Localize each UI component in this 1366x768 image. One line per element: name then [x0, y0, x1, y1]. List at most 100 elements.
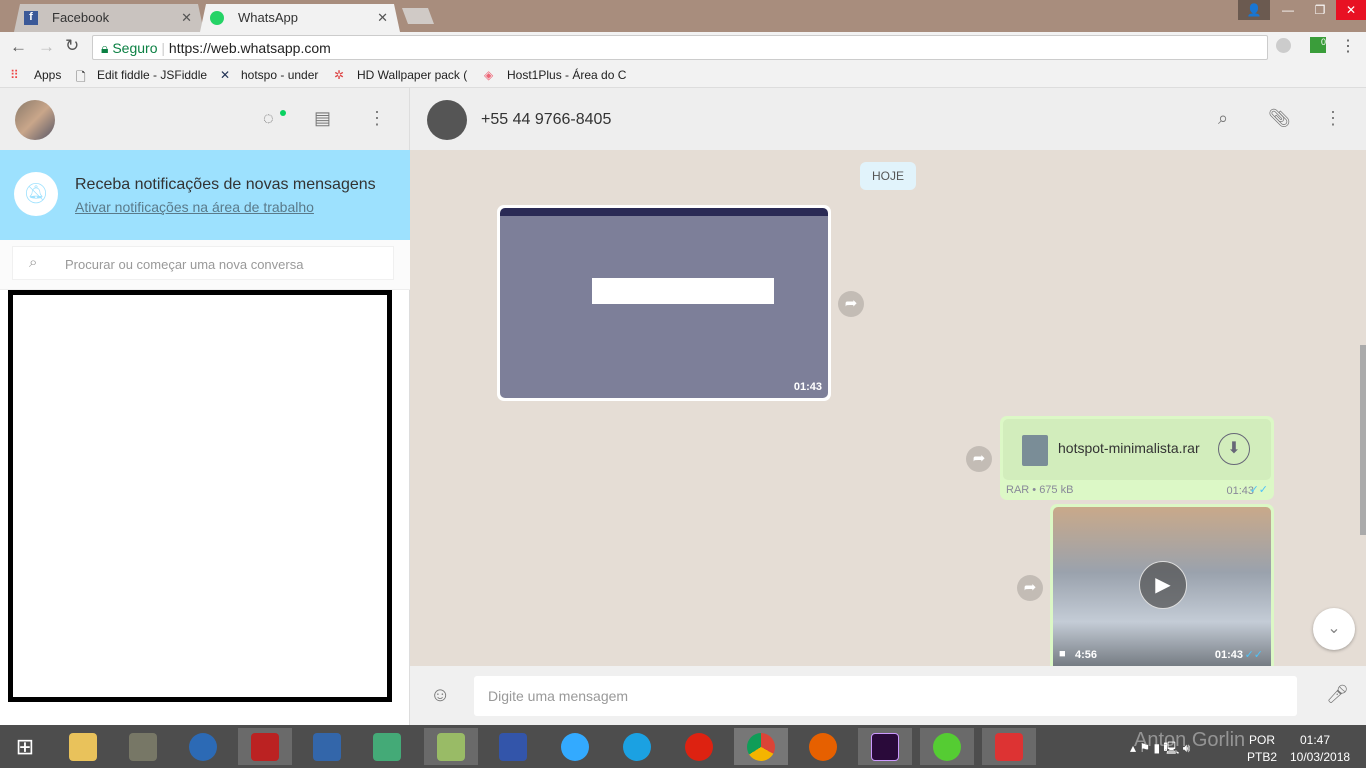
- conversation-panel: +55 44 9766-8405 ⌕ 📎︎ ⋮ HOJE 01:43 ➦ hot…: [410, 88, 1366, 725]
- bookmarks-bar: ⠿ Apps 🗋 Edit fiddle - JSFiddle ✕ hotspo…: [0, 62, 1366, 88]
- search-input[interactable]: ⌕ Procurar ou começar uma nova conversa: [12, 246, 394, 280]
- status-dot: [280, 110, 286, 116]
- video-thumbnail: ▶ ■ 4:56 01:43 ✓✓: [1053, 507, 1271, 666]
- compose-bar: ☺ Digite uma mensagem 🎤︎: [410, 666, 1366, 725]
- taskbar-gimp[interactable]: [116, 728, 170, 765]
- play-icon[interactable]: ▶: [1139, 561, 1187, 609]
- file-meta: RAR • 675 kB: [1006, 484, 1074, 496]
- bookmark-jsfiddle[interactable]: Edit fiddle - JSFiddle: [97, 68, 207, 82]
- conversation-header: +55 44 9766-8405 ⌕ 📎︎ ⋮: [410, 88, 1366, 150]
- user-icon[interactable]: 👤: [1238, 0, 1270, 20]
- message-out-file[interactable]: hotspot-minimalista.rar ⬇ RAR • 675 kB 0…: [1000, 416, 1274, 500]
- tray-icons[interactable]: ▴ ⚑ ▮ 🖳︎ 🔊︎: [1130, 739, 1190, 760]
- message-out-video[interactable]: ▶ ■ 4:56 01:43 ✓✓: [1050, 504, 1274, 666]
- taskbar-premiere[interactable]: [858, 728, 912, 765]
- file-name: hotspot-minimalista.rar: [1058, 440, 1200, 456]
- forward-icon[interactable]: ➦: [966, 446, 992, 472]
- lock-icon: 🔒︎: [101, 40, 109, 56]
- scrollbar[interactable]: [1360, 345, 1366, 535]
- taskbar-app[interactable]: [176, 728, 230, 765]
- facebook-icon: f: [24, 11, 38, 25]
- read-ticks-icon: ✓✓: [1244, 649, 1263, 661]
- message-placeholder: Digite uma mensagem: [488, 688, 629, 704]
- download-icon[interactable]: ⬇: [1218, 433, 1250, 465]
- message-list: HOJE 01:43 ➦ hotspot-minimalista.rar ⬇ R…: [410, 150, 1366, 666]
- minimize-button[interactable]: —: [1272, 0, 1304, 20]
- date-chip: HOJE: [860, 162, 917, 190]
- close-window-button[interactable]: ✕: [1336, 0, 1366, 20]
- thumbnail-dialog: [592, 278, 774, 304]
- taskbar-notepad[interactable]: [424, 728, 478, 765]
- video-thumbnail: 01:43: [500, 208, 828, 398]
- taskbar: ⊞ Anton Gorlin ▴ ⚑ ▮ 🖳︎ 🔊︎ POR PTB2 01:4…: [0, 725, 1366, 768]
- menu-icon[interactable]: ⋮: [368, 108, 386, 129]
- video-camera-icon: ■: [1059, 648, 1066, 660]
- menu-icon[interactable]: ⋮: [1324, 108, 1342, 129]
- forward-icon[interactable]: ➦: [838, 291, 864, 317]
- clock-date[interactable]: 10/03/2018: [1290, 750, 1350, 764]
- message-input[interactable]: Digite uma mensagem: [474, 676, 1297, 716]
- menu-icon[interactable]: ⋮: [1340, 36, 1356, 56]
- forward-icon[interactable]: ➦: [1017, 575, 1043, 601]
- taskbar-filezilla[interactable]: [238, 728, 292, 765]
- reload-icon[interactable]: ↻: [65, 36, 79, 56]
- taskbar-winrar[interactable]: [982, 728, 1036, 765]
- taskbar-explorer[interactable]: [56, 728, 110, 765]
- secure-label: Seguro: [112, 40, 158, 56]
- keyboard-layout[interactable]: PTB2: [1247, 750, 1277, 764]
- taskbar-app[interactable]: [360, 728, 414, 765]
- bookmark-hotspo[interactable]: hotspo - under: [241, 68, 318, 82]
- extension-badge[interactable]: 0: [1310, 37, 1326, 53]
- bookmark-icon: ✕: [220, 68, 231, 82]
- taskbar-network[interactable]: [300, 728, 354, 765]
- close-tab-icon[interactable]: ✕: [181, 10, 192, 26]
- extension-icon[interactable]: [1276, 38, 1291, 53]
- microphone-icon[interactable]: 🎤︎: [1326, 684, 1349, 705]
- tab-title: Facebook: [52, 10, 110, 25]
- status-icon[interactable]: ◌: [263, 108, 274, 129]
- message-in-video[interactable]: 01:43: [497, 205, 831, 401]
- taskbar-app[interactable]: [486, 728, 540, 765]
- search-area: ⌕ Procurar ou começar uma nova conversa: [0, 240, 410, 290]
- input-language[interactable]: POR: [1249, 733, 1275, 747]
- search-placeholder: Procurar ou começar uma nova conversa: [65, 257, 304, 272]
- contact-name[interactable]: +55 44 9766-8405: [481, 111, 611, 129]
- taskbar-ie[interactable]: [610, 728, 664, 765]
- bookmark-host1plus[interactable]: Host1Plus - Área do C: [507, 68, 626, 82]
- new-chat-icon[interactable]: ▤: [314, 108, 331, 129]
- contact-avatar[interactable]: [427, 100, 467, 140]
- emoji-icon[interactable]: ☺: [430, 684, 450, 707]
- browser-tab-bar: f Facebook ✕ WhatsApp ✕ 👤 — ❐ ✕: [0, 0, 1366, 32]
- tab-title: WhatsApp: [238, 10, 298, 25]
- new-tab-button[interactable]: [402, 8, 434, 24]
- back-icon[interactable]: ←: [10, 37, 27, 57]
- close-tab-icon[interactable]: ✕: [377, 10, 388, 26]
- taskbar-chrome[interactable]: [734, 728, 788, 765]
- attach-icon[interactable]: 📎︎: [1268, 108, 1291, 129]
- whatsapp-icon: [210, 11, 224, 25]
- enable-notifications-link[interactable]: Ativar notificações na área de trabalho: [75, 199, 314, 215]
- tab-facebook[interactable]: f Facebook ✕: [14, 4, 204, 32]
- restore-button[interactable]: ❐: [1304, 0, 1336, 20]
- clock-time[interactable]: 01:47: [1300, 733, 1330, 747]
- taskbar-firefox[interactable]: [796, 728, 850, 765]
- avatar[interactable]: [15, 100, 55, 140]
- bookmark-apps[interactable]: Apps: [34, 68, 61, 82]
- url-bar[interactable]: 🔒︎ Seguro | https://web.whatsapp.com: [92, 35, 1268, 60]
- notification-title: Receba notificações de novas mensagens: [75, 176, 376, 193]
- sidebar-header: ◌ ▤ ⋮: [0, 88, 409, 150]
- taskbar-opera[interactable]: [672, 728, 726, 765]
- scroll-down-button[interactable]: ⌄: [1313, 608, 1355, 650]
- search-icon[interactable]: ⌕: [1218, 108, 1228, 129]
- start-button[interactable]: ⊞: [0, 728, 50, 765]
- tab-whatsapp[interactable]: WhatsApp ✕: [200, 4, 400, 32]
- page-icon: 🗋: [76, 70, 86, 84]
- redacted-chat-list: [8, 290, 392, 702]
- search-icon: ⌕: [29, 254, 38, 271]
- taskbar-app[interactable]: [920, 728, 974, 765]
- bell-off-icon: 🔕︎: [14, 172, 58, 216]
- bookmark-hd-wallpaper[interactable]: HD Wallpaper pack (: [357, 68, 467, 82]
- taskbar-safari[interactable]: [548, 728, 602, 765]
- apps-icon: ⠿: [10, 68, 19, 82]
- forward-icon[interactable]: →: [38, 37, 55, 57]
